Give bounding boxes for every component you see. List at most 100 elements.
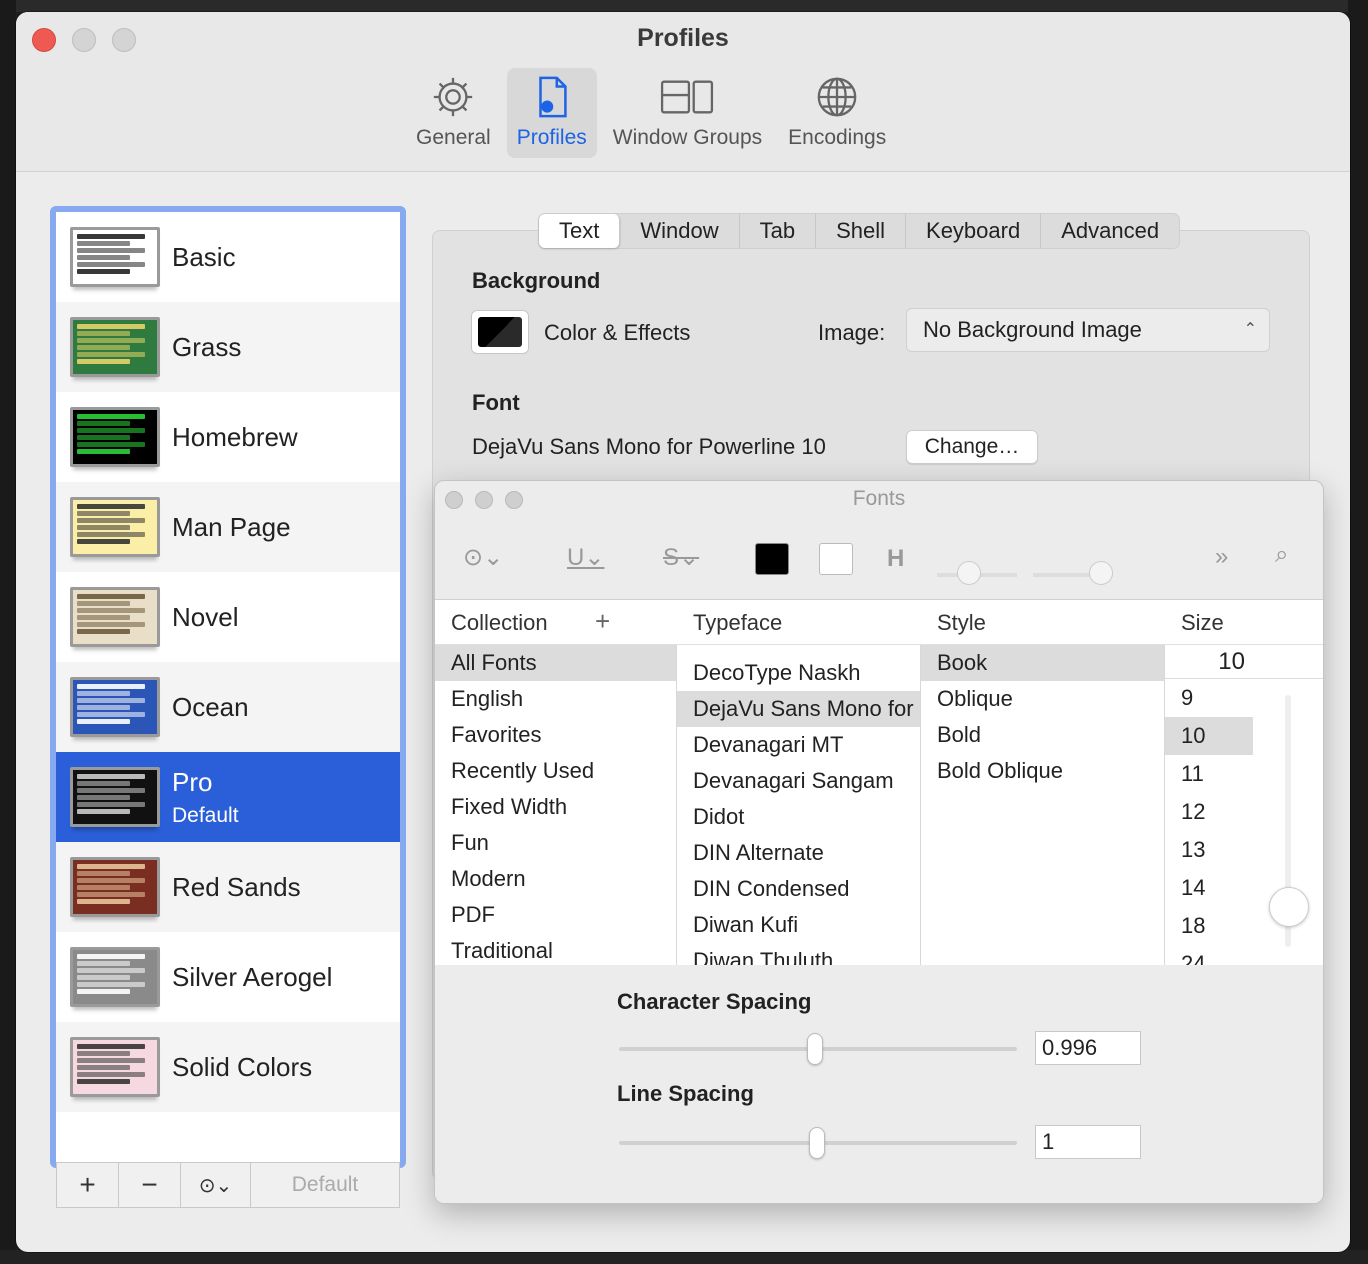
collection-item[interactable]: Traditional — [435, 933, 676, 965]
profile-item-man-page[interactable]: Man Page — [56, 482, 400, 572]
profile-item-ocean[interactable]: Ocean — [56, 662, 400, 752]
size-item[interactable]: 24 — [1165, 945, 1253, 965]
size-item[interactable]: 9 — [1165, 679, 1253, 717]
collection-item[interactable]: English — [435, 681, 676, 717]
profile-item-solid-colors[interactable]: Solid Colors — [56, 1022, 400, 1112]
typeface-item[interactable]: DIN Condensed — [677, 871, 920, 907]
titlebar: Profiles General Profiles Window Groups … — [16, 12, 1350, 172]
image-label: Image: — [818, 320, 886, 345]
action-menu-icon[interactable]: ⊙⌄ — [463, 543, 503, 572]
size-item[interactable]: 14 — [1165, 869, 1253, 907]
profiles-window: Profiles General Profiles Window Groups … — [16, 12, 1350, 1252]
toolbar-general-label: General — [416, 126, 491, 149]
toolbar-encodings-label: Encodings — [788, 126, 887, 149]
style-list[interactable]: Book Oblique Bold Bold Oblique — [921, 645, 1165, 965]
background-image-value: No Background Image — [923, 317, 1142, 342]
size-item[interactable]: 18 — [1165, 907, 1253, 945]
collection-item[interactable]: Modern — [435, 861, 676, 897]
tab-advanced[interactable]: Advanced — [1041, 214, 1179, 248]
size-item[interactable]: 11 — [1165, 755, 1253, 793]
fonts-lists: All Fonts English Favorites Recently Used Fi… — [435, 645, 1323, 965]
strikethrough-icon[interactable]: S⌄ — [663, 543, 699, 572]
profile-item-novel[interactable]: Novel — [56, 572, 400, 662]
style-item[interactable]: Oblique — [921, 681, 1164, 717]
collection-item[interactable]: Fixed Width — [435, 789, 676, 825]
change-font-button[interactable]: Change… — [906, 430, 1038, 464]
set-default-button[interactable]: Default — [251, 1163, 399, 1207]
profile-item-grass[interactable]: Grass — [56, 302, 400, 392]
style-item[interactable]: Bold — [921, 717, 1164, 753]
collection-item[interactable]: Recently Used — [435, 753, 676, 789]
typeface-item[interactable]: Diwan Kufi — [677, 907, 920, 943]
toolbar-window-groups[interactable]: Window Groups — [603, 68, 772, 158]
background-image-select[interactable]: No Background Image ⌃ — [906, 308, 1270, 352]
background-terminal-left — [0, 0, 16, 1264]
profile-default-badge: Default — [172, 803, 239, 827]
add-collection-button[interactable]: + — [595, 606, 610, 637]
size-item[interactable]: 12 — [1165, 793, 1253, 831]
size-header: Size — [1181, 610, 1224, 635]
shadow-opacity-knob[interactable] — [957, 561, 981, 585]
line-spacing-field[interactable]: 1 — [1035, 1125, 1141, 1159]
toolbar-profiles[interactable]: Profiles — [506, 68, 597, 158]
color-swatch — [478, 317, 522, 347]
size-input[interactable]: 10 — [1165, 645, 1323, 679]
profile-name: Pro — [172, 766, 213, 797]
collection-item[interactable]: Favorites — [435, 717, 676, 753]
text-color-well[interactable] — [755, 543, 789, 575]
typeface-item[interactable]: DecoType Naskh — [677, 655, 920, 691]
size-item[interactable]: 10 — [1165, 717, 1253, 755]
shadow-icon[interactable]: H — [887, 545, 904, 573]
character-spacing-field[interactable]: 0.996 — [1035, 1031, 1141, 1065]
typeface-item[interactable]: Didot — [677, 799, 920, 835]
collection-item[interactable]: Fun — [435, 825, 676, 861]
shadow-blur-knob[interactable] — [1089, 561, 1113, 585]
background-terminal-bottom — [0, 1250, 1368, 1264]
typeface-item[interactable]: DIN Alternate — [677, 835, 920, 871]
profile-item-silver-aerogel[interactable]: Silver Aerogel — [56, 932, 400, 1022]
tab-tab[interactable]: Tab — [740, 214, 817, 248]
tab-window[interactable]: Window — [620, 214, 740, 248]
typeface-item[interactable]: DejaVu Sans Mono for Powerline — [677, 691, 920, 727]
typeface-item[interactable]: Diwan Thuluth — [677, 943, 920, 965]
tab-shell[interactable]: Shell — [816, 214, 907, 248]
character-spacing-knob[interactable] — [807, 1033, 823, 1065]
toolbar-general[interactable]: General — [406, 68, 501, 158]
background-terminal-right — [1348, 0, 1368, 1264]
underline-icon[interactable]: U⌄ — [567, 543, 604, 572]
settings-tabs: Text Window Tab Shell Keyboard Advanced — [538, 213, 1181, 249]
profile-item-homebrew[interactable]: Homebrew — [56, 392, 400, 482]
search-icon[interactable]: ⌕ — [1275, 541, 1288, 569]
style-item[interactable]: Book — [921, 645, 1164, 681]
profile-name: Red Sands — [172, 871, 301, 902]
collection-list[interactable]: All Fonts English Favorites Recently Used Fi… — [435, 645, 677, 965]
size-slider-knob[interactable] — [1269, 887, 1309, 927]
typeface-item[interactable]: Devanagari Sangam — [677, 763, 920, 799]
tab-keyboard[interactable]: Keyboard — [906, 214, 1042, 248]
add-profile-button[interactable]: + — [57, 1163, 119, 1207]
profile-list[interactable]: Basic Grass Homebrew Man Page Novel Ocean Pro D… — [50, 206, 406, 1168]
size-list[interactable]: 10 9 10 11 12 13 14 18 24 — [1165, 645, 1323, 965]
tab-text[interactable]: Text — [539, 214, 621, 248]
profile-actions-menu[interactable]: ⊙⌄ — [181, 1163, 251, 1207]
typeface-header: Typeface — [693, 610, 783, 635]
typeface-list[interactable]: DecoType NaskhDejaVu Sans Mono for Power… — [677, 645, 921, 965]
profile-item-pro[interactable]: Pro Default — [56, 752, 400, 842]
profile-item-basic[interactable]: Basic — [56, 212, 400, 302]
profile-name: Novel — [172, 601, 239, 632]
collection-item[interactable]: PDF — [435, 897, 676, 933]
background-terminal-top — [0, 0, 1368, 12]
profile-thumbnail — [70, 497, 160, 557]
style-item[interactable]: Bold Oblique — [921, 753, 1164, 789]
background-color-button[interactable] — [471, 310, 529, 354]
remove-profile-button[interactable]: − — [119, 1163, 181, 1207]
toolbar-encodings[interactable]: Encodings — [778, 68, 896, 158]
more-chevron-icon[interactable]: » — [1215, 543, 1228, 571]
fonts-panel-title: Fonts — [852, 487, 906, 510]
size-item[interactable]: 13 — [1165, 831, 1253, 869]
typeface-item[interactable]: Devanagari MT — [677, 727, 920, 763]
collection-item[interactable]: All Fonts — [435, 645, 676, 681]
line-spacing-knob[interactable] — [809, 1127, 825, 1159]
document-color-well[interactable] — [819, 543, 853, 575]
profile-item-red-sands[interactable]: Red Sands — [56, 842, 400, 932]
